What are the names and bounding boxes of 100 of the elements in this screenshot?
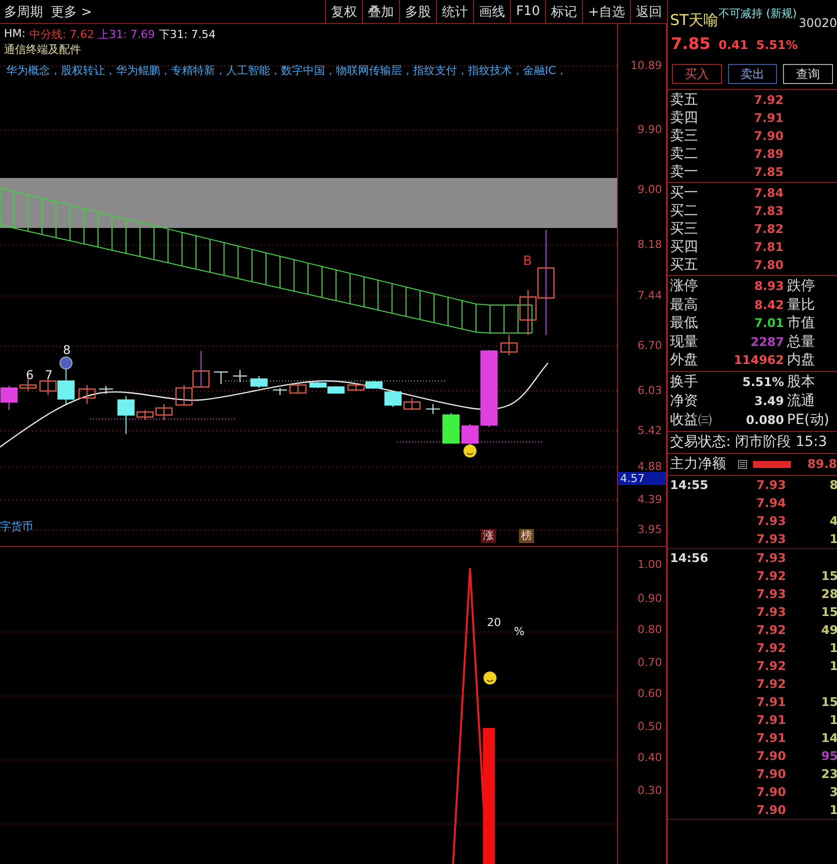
tick-volume: 1	[828, 802, 837, 816]
stat-value: 7.01	[753, 316, 784, 330]
axis-label: 7.44	[638, 289, 662, 302]
axis-label: 0.90	[638, 592, 662, 606]
price-change: 0.41	[718, 38, 748, 52]
stat-label: 最高	[669, 296, 699, 314]
axis-label: 9.90	[638, 123, 662, 136]
candlestick	[78, 384, 96, 404]
stat-value: 5.51%	[741, 375, 784, 389]
percent-sign: %	[514, 626, 524, 638]
stock-code: 30020	[798, 16, 837, 30]
order-level: 买五	[669, 256, 699, 274]
signal-label: B	[523, 255, 532, 268]
legend-value: 中分线: 7.62	[29, 27, 94, 42]
tick-volume: 15	[820, 604, 837, 618]
tick-price: 7.92	[755, 568, 786, 582]
candlestick	[289, 384, 307, 394]
axis-label: 1.00	[638, 558, 662, 572]
order-price: 7.84	[754, 186, 785, 200]
concept-list: 华为概念，股权转让，华为鲲鹏，专精特新，人工智能，数字中国，物联网传输层，指纹支付，指纹技术，金融IC，	[6, 63, 567, 78]
stat-label: 跌停	[787, 277, 815, 296]
tick-time: 14:56	[669, 550, 710, 564]
tick-volume: 1	[828, 658, 837, 672]
tick-volume: 15	[820, 568, 837, 582]
stat-value: 8.93	[753, 279, 784, 294]
tick-price: 7.91	[755, 730, 786, 744]
indicator-name: HM:	[4, 27, 26, 42]
stat-label: 量比	[787, 296, 815, 314]
marker-tag: 涨	[481, 529, 496, 543]
tick-volume: 28	[820, 586, 837, 600]
tick-volume: 49	[820, 622, 837, 636]
tick-price: 7.93	[755, 478, 786, 492]
stat-label: 总量	[787, 332, 815, 351]
candlestick	[327, 386, 345, 394]
stat-value: 3.49	[753, 394, 784, 408]
tick-price: 7.90	[755, 766, 786, 780]
trade-button[interactable]: 查询	[783, 64, 834, 84]
tick-price: 7.92	[755, 658, 786, 672]
stat-value: 8.42	[753, 298, 784, 312]
candlestick	[232, 370, 248, 382]
stat-label: 净资	[669, 392, 699, 410]
axis-label: 6.70	[638, 339, 662, 352]
toolbar-menu[interactable]: 更多 >	[47, 2, 96, 20]
tick-price: 7.93	[755, 550, 786, 564]
stat-label: 外盘	[669, 351, 699, 370]
tick-price: 7.94	[755, 496, 786, 510]
candlestick	[214, 372, 228, 384]
axis-label: 0.30	[638, 784, 662, 798]
marker-tag: 榜	[519, 529, 534, 543]
toolbar-menu[interactable]: 多周期	[0, 2, 47, 20]
order-level: 买三	[669, 220, 699, 238]
stat-value: 2287	[750, 334, 784, 349]
order-price: 7.82	[754, 222, 785, 236]
stat-label: 股本	[787, 373, 815, 391]
trade-button[interactable]: 卖出	[728, 64, 778, 84]
stat-value: 114962	[732, 353, 784, 368]
legend-value: 上31: 7.69	[98, 27, 155, 42]
trading-status: 交易状态: 闭市阶段 15:3	[668, 432, 837, 454]
stat-label: 现量	[669, 332, 699, 351]
stat-label: 最低	[669, 314, 699, 332]
order-price: 7.92	[754, 93, 785, 107]
smiley-icon	[484, 672, 496, 685]
tick-volume: 15	[820, 694, 837, 708]
tick-volume: 3	[828, 784, 837, 798]
axis-label: 8.18	[638, 238, 662, 251]
tick-volume: 8	[828, 478, 837, 492]
axis-label: 5.42	[638, 424, 662, 437]
stat-label: 收益㈢	[669, 411, 713, 429]
current-value-tag: 4.57	[618, 472, 666, 485]
stat-value: 0.080	[745, 413, 784, 427]
legend-value: 下31: 7.54	[158, 27, 216, 42]
order-price: 7.89	[754, 147, 785, 161]
order-price: 7.90	[754, 129, 785, 143]
stat-label: 内盘	[787, 351, 815, 370]
candlestick	[365, 380, 383, 389]
tick-price: 7.93	[755, 514, 786, 528]
stat-label: 市值	[787, 314, 815, 332]
trade-button[interactable]: 买入	[672, 64, 722, 84]
order-level: 卖五	[669, 91, 699, 109]
stock-name: ST天喻	[670, 11, 719, 30]
tick-price: 7.91	[755, 694, 786, 708]
axis-label: 4.39	[638, 493, 662, 506]
tick-time: 14:55	[669, 478, 710, 492]
tick-volume: 1	[828, 640, 837, 654]
axis-label: 9.00	[638, 183, 662, 196]
order-price: 7.85	[754, 165, 785, 179]
axis-label: 0.50	[638, 720, 662, 734]
order-price: 7.81	[754, 240, 785, 254]
main-force-value: 89.8	[806, 457, 837, 471]
stat-label: 流通	[787, 392, 815, 410]
axis-label: 0.70	[638, 656, 662, 670]
tick-price: 7.93	[755, 586, 786, 600]
tick-price: 7.90	[755, 802, 786, 816]
axis-label: 10.89	[630, 59, 662, 72]
percent-change: 5.51%	[756, 38, 798, 52]
industry-label: 通信终端及配件	[3, 42, 82, 57]
candle-label: 8	[63, 344, 71, 356]
candlestick	[98, 386, 114, 394]
order-level: 卖四	[669, 109, 699, 127]
main-force-label: 主力净额	[669, 455, 727, 473]
